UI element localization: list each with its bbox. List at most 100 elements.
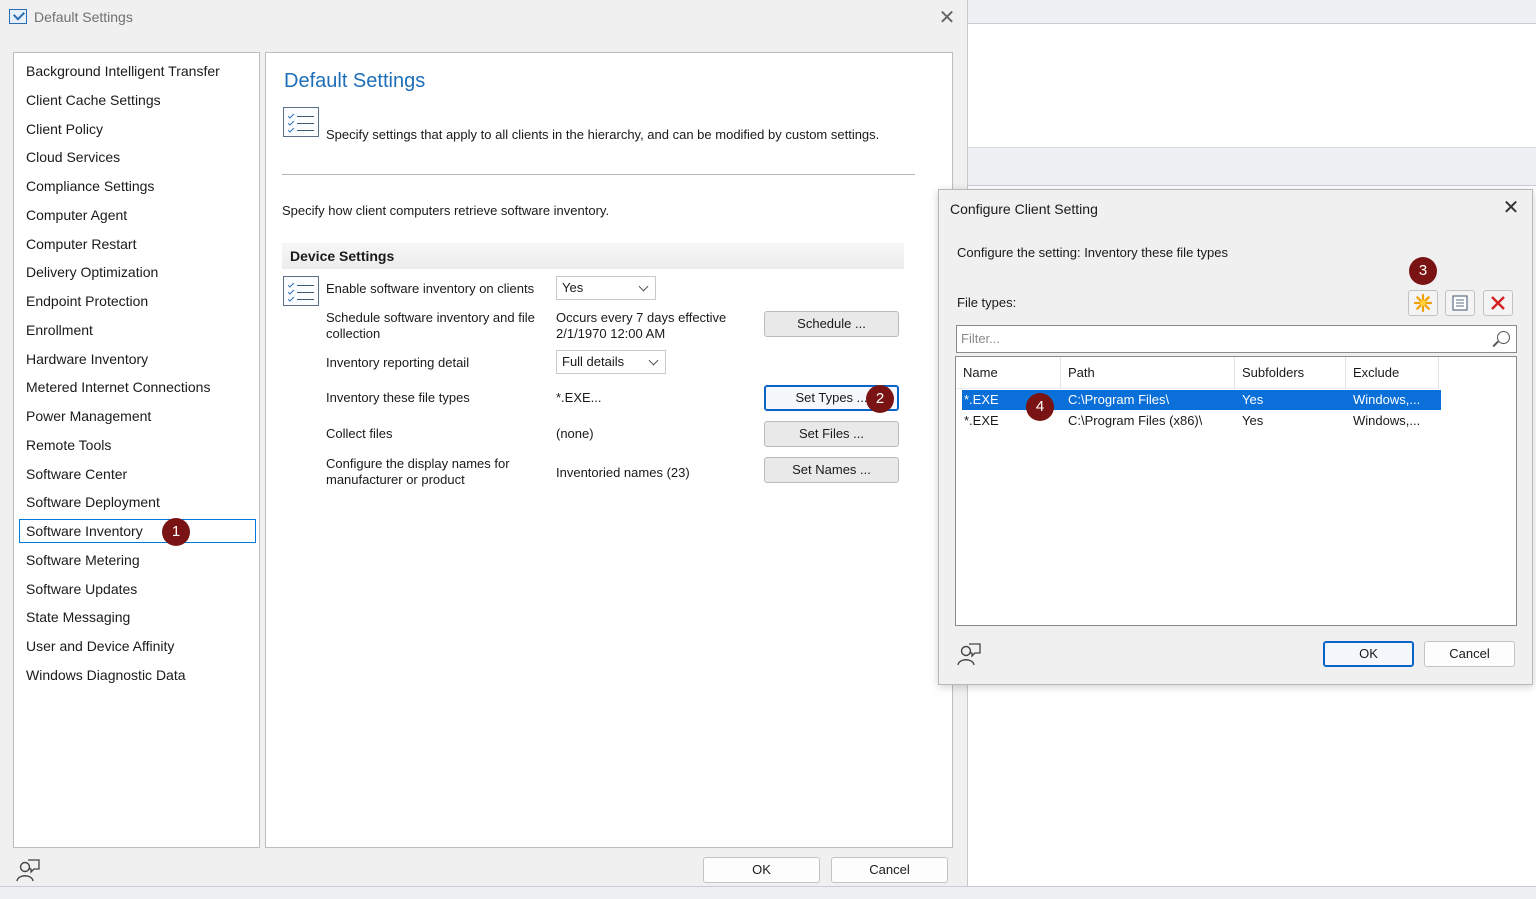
sidebar-item-hardware-inventory[interactable]: Hardware Inventory [19,347,256,371]
sidebar-item-metered-internet-connections[interactable]: Metered Internet Connections [19,375,256,399]
sidebar-item-client-cache-settings[interactable]: Client Cache Settings [19,88,256,112]
schedule-value: Occurs every 7 days effective 2/1/1970 1… [556,310,726,342]
schedule-value-line2: 2/1/1970 12:00 AM [556,326,666,341]
column-header-path[interactable]: Path [1061,357,1235,389]
set-files-button[interactable]: Set Files ... [764,421,899,447]
reporting-detail-label: Inventory reporting detail [326,355,470,370]
sidebar-item-computer-restart[interactable]: Computer Restart [19,232,256,256]
sidebar-item-software-metering[interactable]: Software Metering [19,548,256,572]
reporting-detail-select[interactable]: Full details [556,350,666,374]
sidebar-item-compliance-settings[interactable]: Compliance Settings [19,174,256,198]
cell-exclude: Windows,... [1353,392,1421,407]
sidebar-item-software-deployment[interactable]: Software Deployment [19,490,256,514]
section-header: Device Settings [282,243,904,269]
dialog-title: Configure Client Setting [950,201,1098,217]
sidebar-item-delivery-optimization[interactable]: Delivery Optimization [19,260,256,284]
checklist-icon [283,107,319,137]
sidebar-item-cloud-services[interactable]: Cloud Services [19,145,256,169]
close-icon[interactable]: ✕ [935,6,959,30]
config-cancel-button[interactable]: Cancel [1424,641,1515,667]
cell-subfolders: Yes [1242,392,1264,407]
sidebar-item-state-messaging[interactable]: State Messaging [19,605,256,629]
main-cancel-button[interactable]: Cancel [831,857,948,883]
sidebar-item-software-inventory[interactable]: Software Inventory [19,519,256,543]
sidebar-item-background-intelligent-transfer[interactable]: Background Intelligent Transfer [19,59,256,83]
sidebar-item-user-and-device-affinity[interactable]: User and Device Affinity [19,634,256,658]
section-description: Specify how client computers retrieve so… [282,203,610,218]
sidebar-item-windows-diagnostic-data[interactable]: Windows Diagnostic Data [19,663,256,687]
column-header-exclude[interactable]: Exclude [1346,357,1439,389]
reporting-detail-value: Full details [562,354,625,369]
file-types-label: File types: [957,295,1017,310]
callout-badge-3: 3 [1409,257,1437,285]
enable-inventory-select[interactable]: Yes [556,276,656,300]
display-names-label-line2: manufacturer or product [326,472,465,487]
page-description: Specify settings that apply to all clien… [326,127,880,142]
sidebar-item-software-center[interactable]: Software Center [19,462,256,486]
cell-name: *.EXE [964,413,999,428]
checklist-icon [283,276,319,306]
new-star-icon [1413,293,1433,313]
file-types-value: *.EXE... [556,390,602,405]
configure-client-setting-dialog: Configure Client Setting ✕ Configure the… [938,189,1533,685]
column-header-name[interactable]: Name [956,357,1061,389]
chevron-down-icon [638,281,649,292]
cell-path: C:\Program Files (x86)\ [1068,413,1203,428]
title-bar: Default Settings ✕ [0,0,968,34]
cell-exclude: Windows,... [1353,413,1421,428]
callout-badge-1: 1 [162,518,190,546]
app-checkbox-icon [9,9,27,24]
dialog-subtitle: Configure the setting: Inventory these f… [957,245,1228,260]
page-title: Default Settings [284,70,426,92]
display-names-label-line1: Configure the display names for [326,456,510,471]
delete-button[interactable] [1483,290,1513,316]
schedule-label: Schedule software inventory and file col… [326,310,535,342]
collect-files-label: Collect files [326,426,393,441]
sidebar-item-enrollment[interactable]: Enrollment [19,318,256,342]
callout-badge-2: 2 [866,385,894,413]
cell-path: C:\Program Files\ [1068,392,1170,407]
sidebar-item-software-updates[interactable]: Software Updates [19,577,256,601]
main-ok-button[interactable]: OK [703,857,820,883]
config-ok-button[interactable]: OK [1323,641,1414,667]
taskbar-edge [0,886,1536,899]
column-header-subfolders[interactable]: Subfolders [1235,357,1346,389]
window-title: Default Settings [34,9,133,25]
background-toolbar [968,148,1536,186]
background-ribbon [968,0,1536,24]
sidebar-item-endpoint-protection[interactable]: Endpoint Protection [19,289,256,313]
close-icon[interactable]: ✕ [1499,196,1523,220]
filter-input[interactable]: Filter... [956,325,1517,353]
settings-nav-list: Background Intelligent Transfer Client Ca… [13,52,260,848]
sidebar-item-computer-agent[interactable]: Computer Agent [19,203,256,227]
chevron-down-icon [648,355,659,366]
default-settings-dialog: Default Settings ✕ Background Intelligen… [0,0,968,886]
enable-inventory-value: Yes [562,280,584,295]
divider [282,174,915,175]
background-content [968,24,1536,148]
cell-name: *.EXE [964,392,999,407]
set-names-button[interactable]: Set Names ... [764,457,899,483]
collect-files-value: (none) [556,426,594,441]
schedule-button[interactable]: Schedule ... [764,311,899,337]
display-names-value: Inventoried names (23) [556,465,690,480]
display-names-label: Configure the display names for manufact… [326,456,510,488]
cell-subfolders: Yes [1242,413,1264,428]
new-button[interactable] [1408,290,1438,316]
enable-inventory-label: Enable software inventory on clients [326,281,535,296]
sidebar-item-client-policy[interactable]: Client Policy [19,117,256,141]
schedule-label-line2: collection [326,326,381,341]
file-types-label: Inventory these file types [326,390,470,405]
search-icon[interactable] [1497,331,1510,344]
schedule-label-line1: Schedule software inventory and file [326,310,535,325]
user-feedback-icon[interactable] [15,857,41,883]
settings-content: Default Settings Specify settings that a… [265,52,953,848]
user-feedback-icon[interactable] [956,641,982,667]
properties-icon [1452,295,1468,311]
delete-x-icon [1491,296,1505,310]
properties-button[interactable] [1445,290,1475,316]
schedule-value-line1: Occurs every 7 days effective [556,310,727,325]
sidebar-item-power-management[interactable]: Power Management [19,404,256,428]
filter-placeholder: Filter... [961,331,1001,346]
sidebar-item-remote-tools[interactable]: Remote Tools [19,433,256,457]
